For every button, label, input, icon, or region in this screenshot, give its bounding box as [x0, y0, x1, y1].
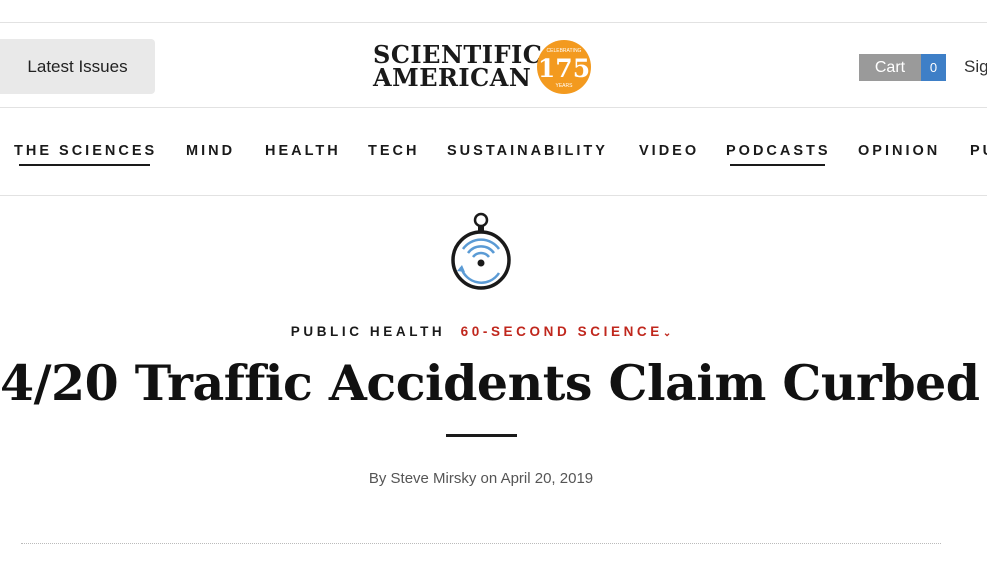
- cart-button[interactable]: Cart 0: [859, 54, 946, 81]
- nav-item-podcasts[interactable]: PODCASTS: [726, 143, 831, 159]
- series-dropdown[interactable]: 60-SECOND SCIENCE: [461, 324, 663, 339]
- nav-item-the-sciences[interactable]: THE SCIENCES: [14, 143, 157, 159]
- top-strip: [0, 0, 987, 23]
- content-separator: [21, 543, 941, 544]
- nav-active-underline-the-sciences: [19, 164, 150, 166]
- nav-item-tech[interactable]: TECH: [368, 143, 419, 159]
- article-title: 4/20 Traffic Accidents Claim Curbed: [0, 354, 980, 412]
- site-logo[interactable]: SCIENTIFIC AMERICAN CELEBRATING 175 YEAR…: [373, 39, 593, 99]
- nav-item-opinion[interactable]: OPINION: [858, 143, 940, 159]
- latest-issues-button[interactable]: Latest Issues: [0, 39, 155, 94]
- anniversary-badge-icon: CELEBRATING 175 YEARS: [537, 40, 591, 94]
- nav-active-underline-podcasts: [730, 164, 825, 166]
- sign-in-link[interactable]: Sig: [964, 57, 987, 77]
- badge-bottom-text: YEARS: [556, 83, 574, 89]
- chevron-down-icon[interactable]: ⌄: [663, 328, 671, 339]
- title-divider: [446, 434, 517, 437]
- badge-number: 175: [538, 54, 590, 83]
- nav-item-sustainability[interactable]: SUSTAINABILITY: [447, 143, 608, 159]
- nav-item-more[interactable]: PU: [970, 143, 987, 159]
- section-label[interactable]: PUBLIC HEALTH: [291, 324, 446, 339]
- nav-item-mind[interactable]: MIND: [186, 143, 235, 159]
- cart-label: Cart: [859, 54, 921, 81]
- article-byline: By Steve Mirsky on April 20, 2019: [368, 470, 594, 487]
- nav-item-health[interactable]: HEALTH: [265, 143, 341, 159]
- stopwatch-podcast-icon: [451, 212, 511, 290]
- main-nav: THE SCIENCES MIND HEALTH TECH SUSTAINABI…: [0, 107, 987, 196]
- nav-item-video[interactable]: VIDEO: [639, 143, 699, 159]
- logo-text-line2: AMERICAN: [373, 63, 532, 92]
- cart-count-badge: 0: [921, 54, 946, 81]
- article-kicker: PUBLIC HEALTH 60-SECOND SCIENCE⌄: [0, 324, 962, 339]
- site-header: Latest Issues SCIENTIFIC AMERICAN CELEBR…: [0, 22, 987, 108]
